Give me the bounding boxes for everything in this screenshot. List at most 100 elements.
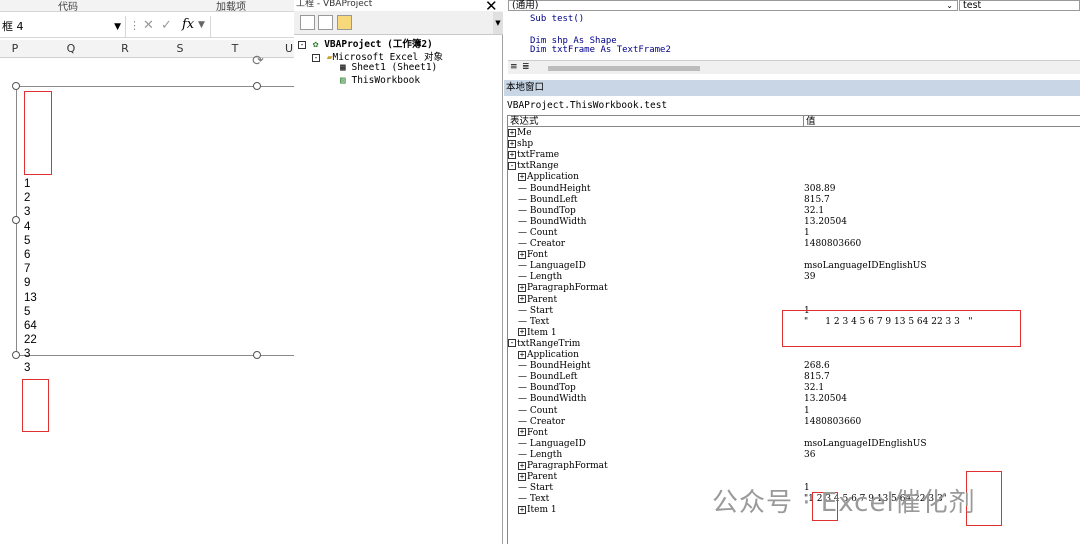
locals-context-path: VBAProject.ThisWorkbook.test xyxy=(507,100,668,111)
locals-row[interactable]: + Font xyxy=(508,428,1080,439)
collapse-icon[interactable]: - xyxy=(508,161,516,170)
column-header[interactable]: S xyxy=(157,40,203,58)
locals-expression: — BoundLeft xyxy=(518,372,578,383)
locals-row[interactable]: — BoundHeight 268.6 xyxy=(508,361,1080,372)
column-header-value[interactable]: 值 xyxy=(804,116,1080,127)
locals-expression: + Font xyxy=(518,428,548,439)
formula-input[interactable] xyxy=(210,16,294,38)
tree-label: Sheet1 (Sheet1) xyxy=(351,62,438,73)
resize-handle[interactable] xyxy=(253,351,261,359)
expand-icon[interactable]: + xyxy=(518,350,526,359)
locals-row[interactable]: — BoundTop 32.1 xyxy=(508,383,1080,394)
locals-row[interactable]: — Count 1 xyxy=(508,406,1080,417)
locals-row[interactable]: + shp xyxy=(508,139,1080,150)
toggle-folders-icon[interactable] xyxy=(337,15,352,30)
procedure-combo[interactable]: test xyxy=(959,0,1080,11)
locals-row[interactable]: — BoundWidth 13.20504 xyxy=(508,394,1080,405)
locals-row[interactable]: — Length 39 xyxy=(508,272,1080,283)
locals-row[interactable]: + Me xyxy=(508,128,1080,139)
text-line: 64 xyxy=(24,319,37,332)
expand-icon[interactable]: + xyxy=(518,172,526,181)
locals-row[interactable]: — Length 36 xyxy=(508,450,1080,461)
locals-row[interactable]: — BoundLeft 815.7 xyxy=(508,195,1080,206)
column-header[interactable]: P xyxy=(0,40,30,58)
name-box[interactable]: 框 4 ▼ xyxy=(0,16,126,38)
view-code-icon[interactable] xyxy=(300,15,315,30)
insert-function-icon[interactable]: fx xyxy=(182,17,194,32)
column-header[interactable]: U xyxy=(266,40,294,58)
locals-row[interactable]: — LanguageID msoLanguageIDEnglishUS xyxy=(508,261,1080,272)
locals-expression-label: Application xyxy=(527,172,579,183)
resize-handle[interactable] xyxy=(253,82,261,90)
expand-icon[interactable]: + xyxy=(518,428,526,437)
locals-row[interactable]: — BoundLeft 815.7 xyxy=(508,372,1080,383)
locals-expression-label: BoundHeight xyxy=(529,361,591,372)
expand-icon[interactable]: + xyxy=(518,250,526,259)
locals-row[interactable]: + Parent xyxy=(508,295,1080,306)
locals-row[interactable]: - txtRange xyxy=(508,161,1080,172)
locals-row[interactable]: — Creator 1480803660 xyxy=(508,417,1080,428)
rotate-handle-icon[interactable]: ⟳ xyxy=(249,54,267,68)
code-line[interactable]: Dim txtFrame As TextFrame2 xyxy=(530,45,671,55)
enter-check-icon[interactable]: ✓ xyxy=(161,18,172,33)
locals-expression: — Count xyxy=(518,406,557,417)
collapse-icon[interactable]: - xyxy=(298,40,306,49)
locals-row[interactable]: — Creator 1480803660 xyxy=(508,239,1080,250)
object-combo[interactable]: (通用) ⌄ xyxy=(508,0,958,11)
locals-row[interactable]: — BoundWidth 13.20504 xyxy=(508,217,1080,228)
column-header[interactable]: R xyxy=(102,40,148,58)
chevron-down-icon[interactable]: ⌄ xyxy=(946,1,953,10)
scroll-arrow-icon[interactable]: ▼ xyxy=(493,12,503,34)
tree-connector: — xyxy=(518,372,530,383)
locals-row[interactable]: + txtFrame xyxy=(508,150,1080,161)
ribbon-group-addins[interactable]: 加载项 xyxy=(216,0,246,13)
locals-row[interactable]: — BoundTop 32.1 xyxy=(508,206,1080,217)
tree-item-thisworkbook[interactable]: ▨ ThisWorkbook xyxy=(340,75,420,86)
locals-expression: — Length xyxy=(518,450,562,461)
locals-expression-label: Count xyxy=(529,405,558,416)
code-line[interactable]: Sub test() xyxy=(530,14,584,24)
horizontal-scrollbar[interactable] xyxy=(548,66,700,71)
ribbon-group-code[interactable]: 代码 xyxy=(58,0,78,13)
expand-icon[interactable]: + xyxy=(508,128,516,137)
locals-row[interactable]: + Application xyxy=(508,172,1080,183)
expand-icon[interactable]: + xyxy=(508,139,516,148)
expand-icon[interactable]: + xyxy=(518,472,526,481)
locals-row[interactable]: — BoundHeight 308.89 xyxy=(508,184,1080,195)
collapse-icon[interactable]: - xyxy=(508,339,516,348)
locals-row[interactable]: + Font xyxy=(508,250,1080,261)
textbox-shape-frame[interactable] xyxy=(16,86,294,356)
expand-icon[interactable]: + xyxy=(518,295,526,303)
tree-item-root[interactable]: - ✿ VBAProject (工作簿2) xyxy=(298,36,433,50)
view-object-icon[interactable] xyxy=(318,15,333,30)
locals-row[interactable]: — LanguageID msoLanguageIDEnglishUS xyxy=(508,439,1080,450)
column-header-expression[interactable]: 表达式 xyxy=(508,116,804,127)
cancel-icon[interactable]: ✕ xyxy=(143,18,154,33)
tree-item-folder[interactable]: - ▰Microsoft Excel 对象 xyxy=(312,49,443,63)
locals-row[interactable]: — Count 1 xyxy=(508,228,1080,239)
procedure-view-icon[interactable]: ≡ xyxy=(510,62,518,72)
expand-icon[interactable]: + xyxy=(518,461,526,470)
highlight-box xyxy=(782,310,1021,347)
chevron-down-icon[interactable]: ▼ xyxy=(198,20,205,30)
resize-handle[interactable] xyxy=(12,82,20,90)
chevron-down-icon[interactable]: ▼ xyxy=(114,16,121,38)
text-line: 5 xyxy=(24,305,31,318)
expand-icon[interactable]: + xyxy=(518,328,526,337)
expand-icon[interactable]: + xyxy=(518,283,526,292)
expand-icon[interactable]: + xyxy=(508,150,516,159)
column-header[interactable]: Q xyxy=(48,40,94,58)
locals-row[interactable]: + Application xyxy=(508,350,1080,361)
locals-expression-label: Parent xyxy=(527,294,558,305)
tree-item-sheet1[interactable]: ▦ Sheet1 (Sheet1) xyxy=(340,62,437,73)
module-view-icon[interactable]: ≣ xyxy=(522,62,530,72)
collapse-icon[interactable]: - xyxy=(312,53,320,62)
expand-icon[interactable]: + xyxy=(518,505,526,514)
locals-value: msoLanguageIDEnglishUS xyxy=(804,261,927,272)
locals-value: 815.7 xyxy=(804,194,830,205)
resize-handle[interactable] xyxy=(12,216,20,224)
locals-row[interactable]: + ParagraphFormat xyxy=(508,283,1080,294)
resize-handle[interactable] xyxy=(12,351,20,359)
locals-value: 13.20504 xyxy=(804,394,847,405)
locals-expression: — Creator xyxy=(518,239,565,250)
